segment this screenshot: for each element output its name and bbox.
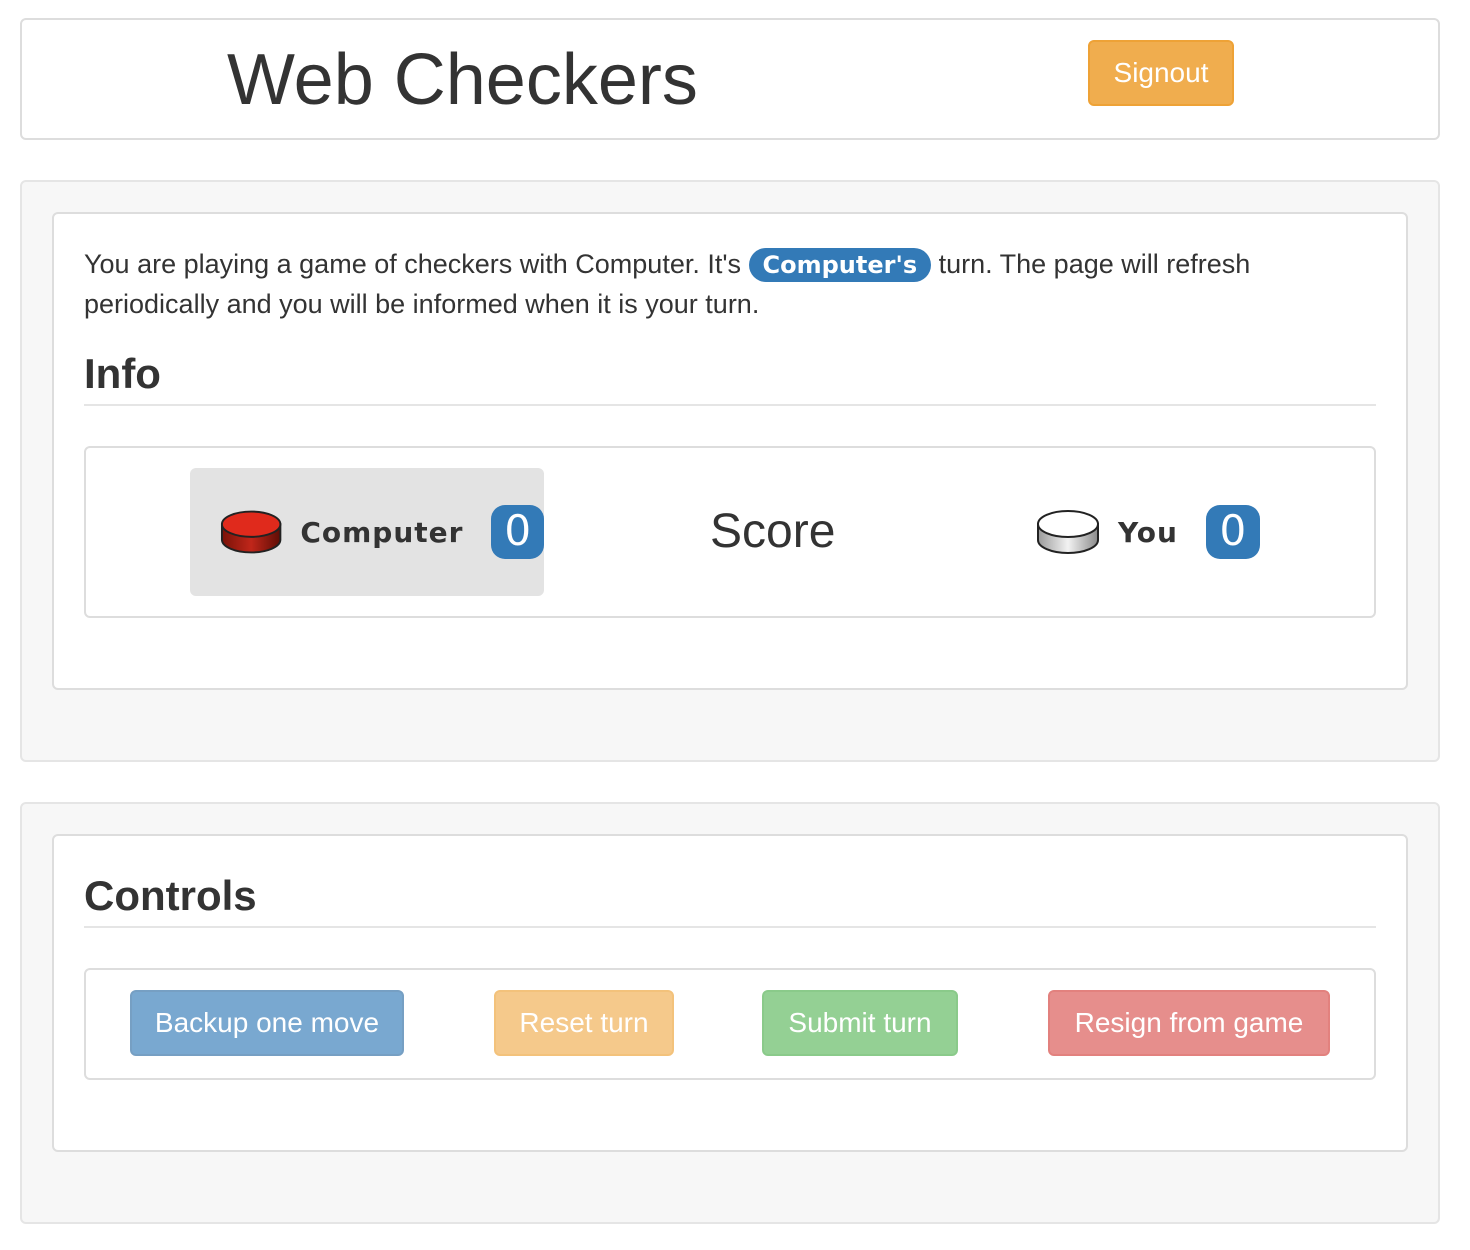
reset-turn-button[interactable]: Reset turn — [494, 990, 674, 1056]
turn-message: You are playing a game of checkers with … — [84, 244, 1374, 324]
controls-panel: Controls Backup one move Reset turn Subm… — [20, 802, 1440, 1224]
you-score-badge: 0 — [1205, 505, 1260, 559]
player-you: You 0 — [1032, 468, 1272, 596]
score-board: Computer 0 Score You 0 — [84, 446, 1376, 618]
message-text-before: You are playing a game of checkers with … — [84, 249, 749, 279]
computer-player-name: Computer — [300, 515, 464, 549]
backup-one-move-button[interactable]: Backup one move — [130, 990, 404, 1056]
resign-from-game-button[interactable]: Resign from game — [1048, 990, 1330, 1056]
score-label: Score — [710, 505, 836, 558]
controls-button-group: Backup one move Reset turn Submit turn R… — [84, 968, 1376, 1080]
controls-heading: Controls — [84, 872, 1376, 928]
you-player-name: You — [1118, 515, 1178, 549]
player-computer: Computer 0 — [190, 468, 544, 596]
active-player-badge: Computer's — [748, 248, 932, 282]
submit-turn-button[interactable]: Submit turn — [762, 990, 958, 1056]
red-checker-piece-icon — [220, 510, 282, 554]
controls-card: Controls Backup one move Reset turn Subm… — [52, 834, 1408, 1152]
app-title: Web Checkers — [227, 40, 698, 120]
game-info-card: You are playing a game of checkers with … — [52, 212, 1408, 690]
game-panel: You are playing a game of checkers with … — [20, 180, 1440, 762]
signout-button[interactable]: Signout — [1088, 40, 1234, 106]
info-heading: Info — [84, 350, 1376, 406]
computer-score-badge: 0 — [491, 505, 544, 559]
white-checker-piece-icon — [1037, 510, 1099, 554]
header-bar: Web Checkers Signout — [20, 18, 1440, 140]
